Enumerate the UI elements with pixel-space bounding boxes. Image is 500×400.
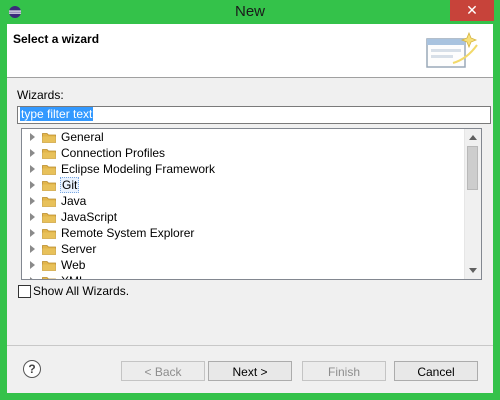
tree-item-label: Eclipse Modeling Framework: [61, 162, 216, 176]
expand-arrow-icon[interactable]: [30, 133, 35, 141]
expand-arrow-icon[interactable]: [30, 197, 35, 205]
folder-icon: [42, 277, 56, 279]
tree-item[interactable]: Eclipse Modeling Framework: [22, 161, 462, 177]
expand-arrow-icon[interactable]: [30, 229, 35, 237]
back-button[interactable]: < Back: [121, 361, 205, 381]
dialog-window: New ✕ Select a wizard Wizards: type filt…: [0, 0, 500, 400]
expand-arrow-icon[interactable]: [30, 165, 35, 173]
tree-item-label: General: [61, 130, 104, 144]
help-icon[interactable]: ?: [23, 360, 41, 378]
folder-icon: [42, 181, 56, 191]
filter-text: type filter text: [20, 107, 94, 121]
tree-item[interactable]: General: [22, 129, 462, 145]
tree-item-label: JavaScript: [61, 210, 118, 224]
tree-item-label: Connection Profiles: [61, 146, 166, 160]
tree-item-label: Web: [61, 258, 86, 272]
filter-input[interactable]: type filter text: [17, 106, 491, 124]
wizards-label: Wizards:: [17, 88, 64, 102]
tree-item-label: XML: [60, 273, 87, 279]
cancel-button[interactable]: Cancel: [394, 361, 478, 381]
tree-item[interactable]: Java: [22, 193, 462, 209]
tree-item-label: Remote System Explorer: [61, 226, 195, 240]
tree-item-label: Java: [61, 194, 87, 208]
tree-item[interactable]: Git: [22, 177, 462, 193]
finish-button[interactable]: Finish: [302, 361, 386, 381]
scroll-down-icon[interactable]: [469, 268, 477, 273]
tree-item[interactable]: JavaScript: [22, 209, 462, 225]
tree-item[interactable]: Web: [22, 257, 462, 273]
tree-scrollbar[interactable]: [464, 129, 481, 279]
folder-icon: [42, 245, 56, 255]
tree-item[interactable]: Server: [22, 241, 462, 257]
expand-arrow-icon[interactable]: [30, 261, 35, 269]
expand-arrow-icon[interactable]: [30, 149, 35, 157]
tree-item-label: Server: [61, 242, 97, 256]
wizard-header: Select a wizard: [7, 24, 493, 78]
next-button[interactable]: Next >: [208, 361, 292, 381]
window-title: New: [234, 3, 265, 20]
tree-item[interactable]: Remote System Explorer: [22, 225, 462, 241]
expand-arrow-icon[interactable]: [30, 277, 35, 279]
tree-item[interactable]: XML: [22, 273, 462, 279]
folder-icon: [42, 197, 56, 207]
tree-item[interactable]: Connection Profiles: [22, 145, 462, 161]
page-title: Select a wizard: [13, 32, 100, 46]
folder-icon: [42, 165, 56, 175]
tree-list: General Connection Profiles Eclipse Modeli…: [22, 129, 462, 279]
folder-icon: [42, 229, 56, 239]
title-bar[interactable]: New ✕: [0, 0, 500, 24]
scroll-thumb[interactable]: [467, 146, 478, 190]
close-button[interactable]: ✕: [450, 0, 494, 21]
show-all-checkbox[interactable]: [18, 285, 31, 298]
folder-icon: [42, 133, 56, 143]
folder-icon: [42, 261, 56, 271]
wizard-banner-icon: [426, 31, 478, 68]
folder-icon: [42, 213, 56, 223]
wizard-tree[interactable]: General Connection Profiles Eclipse Modeli…: [21, 128, 482, 280]
show-all-label: Show All Wizards.: [33, 284, 130, 298]
dialog-body: Select a wizard Wizards: type filter tex…: [7, 24, 493, 393]
expand-arrow-icon[interactable]: [30, 245, 35, 253]
expand-arrow-icon[interactable]: [30, 181, 35, 189]
tree-item-label: Git: [60, 177, 80, 193]
footer-separator: [7, 345, 493, 346]
folder-icon: [42, 149, 56, 159]
expand-arrow-icon[interactable]: [30, 213, 35, 221]
scroll-up-icon[interactable]: [469, 135, 477, 140]
